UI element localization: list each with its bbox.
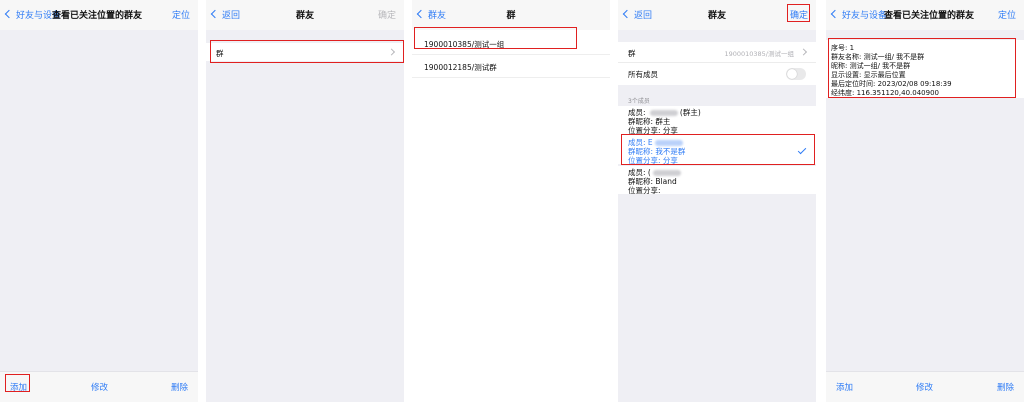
highlight-friend-item: [828, 38, 1016, 98]
all-members-label: 所有成员: [628, 70, 658, 79]
member-nick: 群昵称: Bland: [628, 177, 677, 186]
highlight-first-group: [414, 27, 577, 49]
group-list-item[interactable]: 1900012185/测试群: [412, 55, 610, 78]
nav-bar: 好友与设备 查看已关注位置的群友 定位: [826, 0, 1024, 30]
empty-list: [0, 30, 198, 402]
page-title: 群友: [295, 11, 314, 21]
member-id-line: 成员: (: [628, 168, 683, 177]
confirm-button[interactable]: 确定: [378, 8, 396, 21]
chevron-left-icon: [830, 9, 840, 19]
all-members-toggle[interactable]: [786, 68, 806, 80]
highlight-confirm-button: [787, 4, 810, 22]
redacted-id: [652, 170, 681, 176]
all-members-row: 所有成员: [618, 63, 816, 85]
chevron-right-icon: [799, 48, 808, 56]
member-count: 3个成员: [628, 98, 650, 105]
chevron-left-icon: [4, 9, 14, 19]
edit-button[interactable]: 修改: [916, 381, 933, 393]
member-row[interactable]: 成员: ( 群昵称: Bland 位置分享:: [618, 166, 816, 195]
locate-button[interactable]: 定位: [172, 8, 190, 21]
add-button[interactable]: 添加: [836, 381, 853, 393]
screen-4-select-members: 返回 群友 确定 群 1900010385/测试一组 所有成员 3个成员 成员:…: [618, 0, 816, 402]
member-role: (群主): [679, 108, 701, 117]
highlight-add-button: [5, 374, 30, 392]
bottom-toolbar: 添加 修改 删除: [826, 371, 1024, 402]
member-row[interactable]: 成员: (群主) 群昵称: 群主 位置分享: 分享: [618, 106, 816, 136]
member-share: 位置分享:: [628, 186, 661, 195]
screen-1-followed-group-friends: 好友与设备 查看已关注位置的群友 定位 添加 修改 删除: [0, 0, 198, 402]
nav-bar: 好友与设备 查看已关注位置的群友 定位: [0, 0, 198, 30]
page-title: 查看已关注位置的群友: [52, 11, 143, 21]
page-title: 查看已关注位置的群友: [884, 11, 975, 21]
highlight-group-row: [210, 40, 404, 63]
edit-button[interactable]: 修改: [91, 381, 108, 393]
group-name: 1900012185/测试群: [424, 63, 497, 72]
toggle-knob: [787, 69, 797, 79]
redacted-id: [649, 110, 678, 116]
page-title: 群: [506, 11, 516, 21]
group-row-value: 1900010385/测试一组: [724, 50, 794, 58]
back-label: 好友与设备: [842, 11, 888, 21]
nav-bar: 返回 群友 确定: [206, 0, 404, 30]
group-row-label: 群: [628, 49, 636, 58]
delete-button[interactable]: 删除: [997, 381, 1014, 393]
group-row[interactable]: 群 1900010385/测试一组: [618, 42, 816, 63]
back-button[interactable]: 好友与设备: [830, 8, 888, 21]
member-id-line: 成员: (群主): [628, 108, 701, 117]
member-label: 成员:: [628, 108, 648, 117]
screen-3-group-list: 群友 群 1900010385/测试一组 1900012185/测试群: [412, 0, 610, 402]
screen-5-followed-group-friends: 好友与设备 查看已关注位置的群友 定位 序号: 1 群友名称: 测试一组/ 我不…: [826, 0, 1024, 402]
member-nick: 群昵称: 群主: [628, 117, 671, 126]
screen-2-group-friends: 返回 群友 确定 群: [206, 0, 404, 402]
locate-button[interactable]: 定位: [998, 8, 1016, 21]
delete-button[interactable]: 删除: [171, 381, 188, 393]
member-label: 成员: (: [628, 168, 651, 177]
highlight-selected-member: [621, 134, 815, 165]
nav-bar: 群友 群: [412, 0, 610, 30]
